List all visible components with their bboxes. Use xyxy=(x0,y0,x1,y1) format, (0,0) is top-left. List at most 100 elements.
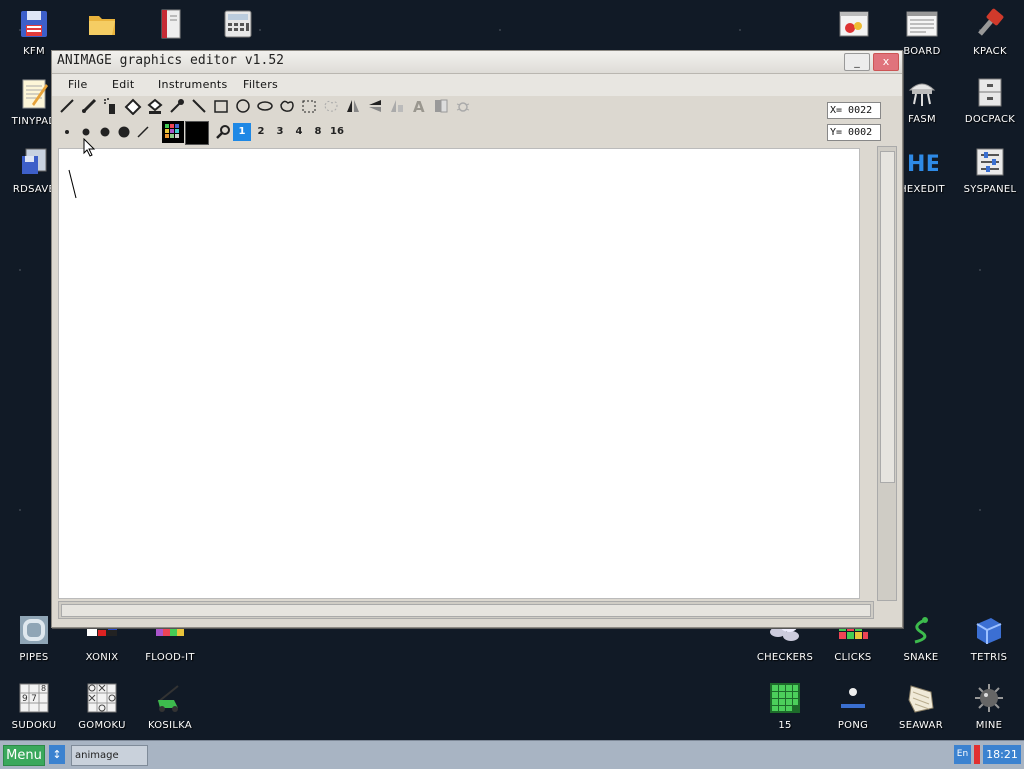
line-icon[interactable] xyxy=(190,97,208,115)
fasm-icon xyxy=(906,76,938,108)
hexedit-icon: HE xyxy=(906,146,941,178)
ellipse-icon[interactable] xyxy=(256,97,274,115)
tetris-icon xyxy=(973,614,1005,646)
desktop-icon-seawar[interactable]: SEAWAR xyxy=(887,682,955,731)
system-info-icon xyxy=(838,8,870,40)
clock[interactable]: 18:21 xyxy=(983,745,1021,764)
fifteen-puzzle-icon xyxy=(769,682,801,714)
palette-icon[interactable] xyxy=(162,121,184,143)
desktop-icon-15[interactable]: 15 xyxy=(751,682,819,731)
folder-icon xyxy=(86,8,118,40)
icon-label: MINE xyxy=(975,720,1003,731)
notepad-icon xyxy=(18,78,50,110)
size-button-2[interactable]: 2 xyxy=(252,123,270,141)
circle-icon[interactable] xyxy=(234,97,252,115)
book-icon xyxy=(154,8,186,40)
selection-icon[interactable] xyxy=(300,97,318,115)
desktop-icon-kpack[interactable]: KPACK xyxy=(956,8,1024,57)
pipes-icon xyxy=(18,614,50,646)
seawar-icon xyxy=(905,682,937,714)
svg-text:8: 8 xyxy=(41,684,46,693)
icon-label: PIPES xyxy=(19,652,49,663)
eraser-icon[interactable] xyxy=(124,97,142,116)
line-width-icon[interactable] xyxy=(134,123,152,141)
text-icon[interactable]: A xyxy=(410,97,428,116)
pong-icon xyxy=(837,682,869,714)
menu-bar: File Edit Instruments Filters xyxy=(52,74,902,96)
icon-label: SYSPANEL xyxy=(963,184,1017,195)
bug-icon[interactable] xyxy=(454,97,472,115)
desktop-icon-sudoku[interactable]: 9 7 8 SUDOKU xyxy=(0,682,68,731)
desktop-icon-docpack[interactable]: DOCPACK xyxy=(956,76,1024,125)
lasso-icon[interactable] xyxy=(322,97,340,115)
icon-label: KOSILKA xyxy=(147,720,193,731)
x-coordinate: X= 0022 xyxy=(827,102,881,119)
desktop-icon-mine[interactable]: MINE xyxy=(955,682,1023,731)
dot-size-3-icon[interactable] xyxy=(96,123,114,141)
desktop-icon-calculator[interactable] xyxy=(204,8,272,46)
icon-label: 15 xyxy=(778,720,792,731)
svg-text:9 7: 9 7 xyxy=(22,694,37,704)
desktop-icon-book[interactable] xyxy=(136,8,204,46)
gradient-icon[interactable] xyxy=(432,97,450,115)
vertical-scroll-thumb[interactable] xyxy=(880,151,895,483)
free-shape-icon[interactable] xyxy=(278,97,296,115)
spray-icon[interactable] xyxy=(102,97,120,115)
floppy-disk-icon xyxy=(18,8,50,40)
taskbar: Menu ↕ animage En 18:21 xyxy=(0,740,1024,769)
gomoku-icon xyxy=(86,682,118,714)
desktop-icon-kosilka[interactable]: KOSILKA xyxy=(136,682,204,731)
syspanel-icon xyxy=(974,146,1006,178)
flip-vertical-icon[interactable] xyxy=(344,97,362,115)
size-button-1[interactable]: 1 xyxy=(233,123,251,141)
taskbar-item-animage[interactable]: animage xyxy=(71,745,148,766)
zoom-icon[interactable] xyxy=(214,123,232,141)
language-indicator[interactable]: En xyxy=(954,745,971,764)
minimize-button[interactable]: _ xyxy=(844,53,870,71)
start-menu-button[interactable]: Menu xyxy=(3,745,45,766)
icon-label: XONIX xyxy=(85,652,119,663)
menu-file[interactable]: File xyxy=(68,78,88,91)
desktop-icon-system-info[interactable] xyxy=(820,8,888,46)
flip-horizontal-icon[interactable] xyxy=(366,97,384,115)
size-button-4[interactable]: 4 xyxy=(290,123,308,141)
rotate-icon[interactable] xyxy=(388,97,406,115)
desktop-icon-folder[interactable] xyxy=(68,8,136,46)
icon-label: CLICKS xyxy=(834,652,872,663)
menu-filters[interactable]: Filters xyxy=(243,78,278,91)
status-indicator xyxy=(974,745,980,764)
drawing-canvas[interactable] xyxy=(58,148,860,599)
desktop-icon-pong[interactable]: PONG xyxy=(819,682,887,731)
desktop-icon-gomoku[interactable]: GOMOKU xyxy=(68,682,136,731)
rectangle-icon[interactable] xyxy=(212,97,230,115)
icon-label: PONG xyxy=(837,720,869,731)
fill-icon[interactable] xyxy=(146,97,164,115)
horizontal-scrollbar[interactable] xyxy=(58,601,874,619)
dot-size-1-icon[interactable] xyxy=(58,123,76,141)
horizontal-scroll-thumb[interactable] xyxy=(61,604,871,617)
dot-size-4-icon[interactable] xyxy=(115,123,133,141)
snake-icon xyxy=(905,614,937,646)
svg-text:HE: HE xyxy=(907,152,938,177)
menu-instruments[interactable]: Instruments xyxy=(158,78,228,91)
desktop-icon-tetris[interactable]: TETRIS xyxy=(955,614,1023,663)
icon-label: FLOOD-IT xyxy=(145,652,195,663)
size-button-8[interactable]: 8 xyxy=(309,123,327,141)
vertical-scrollbar[interactable] xyxy=(877,146,897,601)
menu-edit[interactable]: Edit xyxy=(112,78,135,91)
pipette-icon[interactable] xyxy=(168,97,186,115)
brush-icon[interactable] xyxy=(80,97,98,115)
size-button-3[interactable]: 3 xyxy=(271,123,289,141)
close-button[interactable]: x xyxy=(873,53,899,71)
mine-icon xyxy=(973,682,1005,714)
swap-icon[interactable]: ↕ xyxy=(49,745,65,764)
current-color-swatch[interactable] xyxy=(185,121,209,145)
window-title: ANIMAGE graphics editor v1.52 xyxy=(57,53,284,68)
size-button-16[interactable]: 16 xyxy=(328,123,346,141)
icon-label: SEAWAR xyxy=(899,720,943,731)
window-titlebar[interactable]: ANIMAGE graphics editor v1.52 _ x xyxy=(52,51,902,74)
svg-text:A: A xyxy=(413,98,425,115)
desktop-icon-syspanel[interactable]: SYSPANEL xyxy=(956,146,1024,195)
pencil-icon[interactable] xyxy=(58,97,76,115)
mouse-cursor-icon xyxy=(83,138,96,157)
